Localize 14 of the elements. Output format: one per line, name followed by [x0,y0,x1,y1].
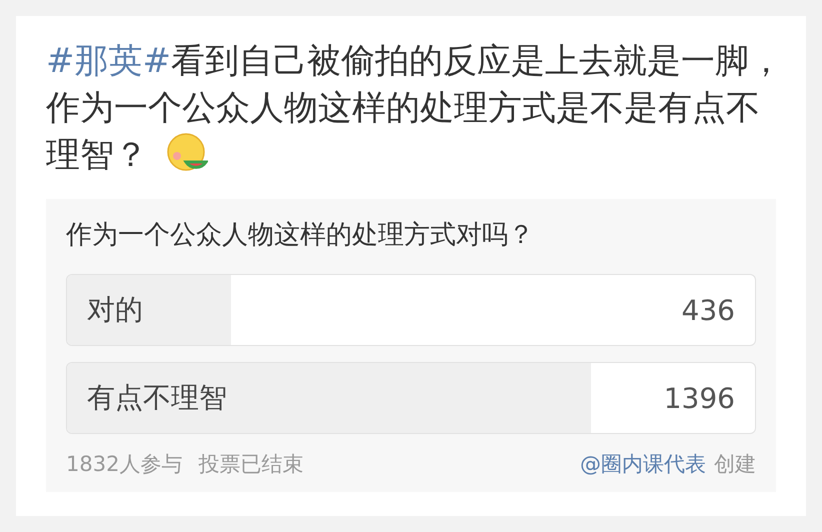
hashtag-link[interactable]: #那英# [46,41,171,81]
created-label: 创建 [714,451,756,478]
vote-count: 1396 [664,382,735,414]
poll-option[interactable]: 对的 436 [66,274,756,346]
option-label: 有点不理智 [87,380,227,416]
creator-link[interactable]: @圈内课代表 [580,450,706,478]
vote-count: 436 [682,294,735,326]
post-text: #那英#看到自己被偷拍的反应是上去就是一脚， [46,40,776,83]
poll-status: 投票已结束 [198,451,304,478]
poll-question: 作为一个公众人物这样的处理方式对吗？ [66,219,535,252]
participant-count: 1832人参与 [66,451,182,478]
option-label: 对的 [87,292,143,328]
post-text: 作为一个公众人物这样的处理方式是不是有点不理智？ [46,87,761,177]
poll-option[interactable]: 有点不理智 1396 [66,362,756,434]
